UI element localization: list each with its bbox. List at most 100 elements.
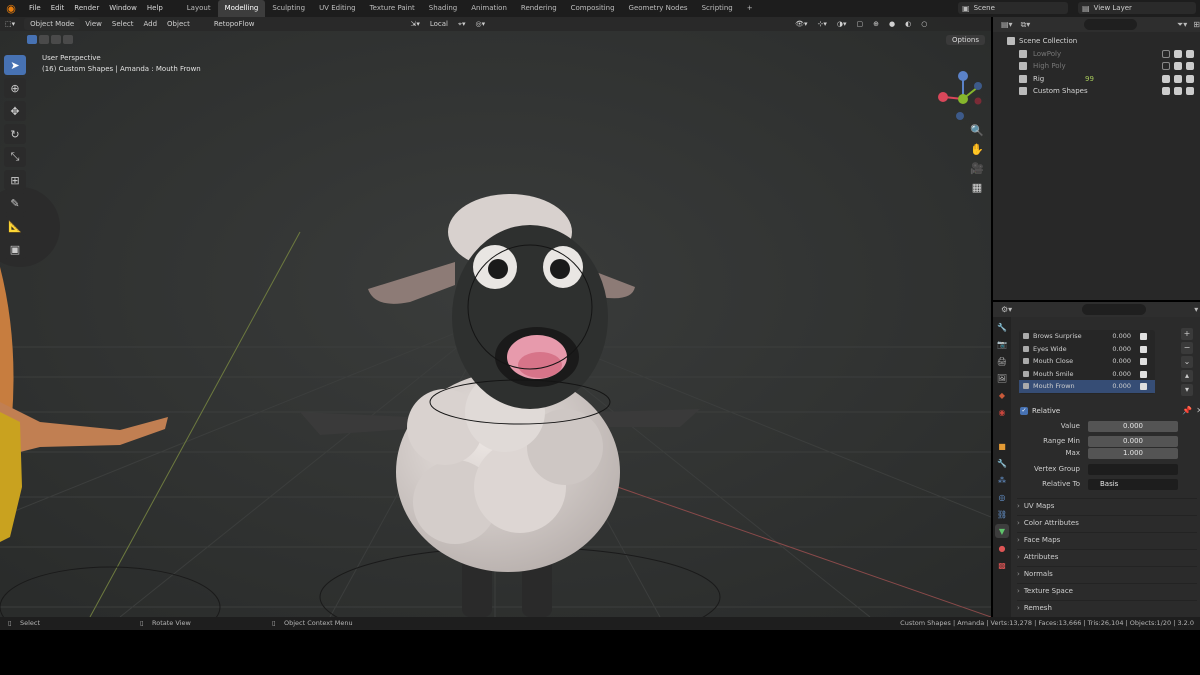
gizmo-toggle-icon[interactable]: ⊹▾ [813, 17, 832, 31]
outliner-item[interactable]: LowPoly [993, 48, 1200, 61]
data-tab-icon[interactable]: ▼ [995, 524, 1009, 538]
world-tab-icon[interactable]: ◉ [995, 405, 1009, 419]
snap-icon[interactable]: ⌖▾ [453, 17, 470, 31]
select-intersect-icon[interactable] [63, 35, 73, 44]
render-tab-icon[interactable]: 📷 [995, 337, 1009, 351]
viewport-menu-select[interactable]: Select [107, 17, 139, 31]
output-tab-icon[interactable]: 🖨 [995, 354, 1009, 368]
menu-window[interactable]: Window [104, 0, 142, 17]
menu-edit[interactable]: Edit [46, 0, 70, 17]
panel-uv-maps[interactable]: › UV Maps [1017, 498, 1197, 513]
tab-animation[interactable]: Animation [464, 0, 514, 17]
tool-tab-icon[interactable]: 🔧 [995, 320, 1009, 334]
texture-tab-icon[interactable]: ▩ [995, 558, 1009, 572]
camera-icon[interactable] [1186, 49, 1194, 58]
3d-viewport[interactable]: ⬚▾ Object Mode View Select Add Object Retopo… [0, 17, 991, 617]
panel-attributes[interactable]: › Attributes [1017, 549, 1197, 564]
rotate-tool-icon[interactable]: ↻ [4, 124, 26, 144]
shading-solid-icon[interactable]: ● [884, 17, 900, 31]
filter-icon[interactable]: ⏷▾ [1177, 20, 1187, 30]
panel-face-maps[interactable]: › Face Maps [1017, 532, 1197, 547]
add-workspace-button[interactable]: + [740, 0, 760, 17]
select-box-tool-icon[interactable]: ➤ [4, 55, 26, 75]
add-shape-key-icon[interactable]: + [1181, 328, 1193, 340]
eye-icon[interactable] [1174, 49, 1182, 58]
shape-key-mute-checkbox[interactable] [1140, 358, 1147, 365]
overlay-toggle-icon[interactable]: ◑▾ [832, 17, 852, 31]
shape-key-mute-checkbox[interactable] [1140, 345, 1147, 353]
viewport-menu-add[interactable]: Add [138, 17, 162, 31]
select-subtract-icon[interactable] [51, 35, 61, 44]
panel-remesh[interactable]: › Remesh [1017, 600, 1197, 615]
orientation-dropdown[interactable]: Local [425, 17, 453, 31]
menu-help[interactable]: Help [142, 0, 168, 17]
tab-shading[interactable]: Shading [422, 0, 464, 17]
scene-selector[interactable]: ▣ Scene [958, 2, 1068, 14]
eye-icon[interactable] [1174, 74, 1182, 83]
editor-type-icon[interactable]: ⬚▾ [0, 17, 20, 31]
tab-uv-editing[interactable]: UV Editing [312, 0, 363, 17]
move-down-icon[interactable]: ▾ [1181, 384, 1193, 396]
shape-key-value[interactable]: 0.000 [1112, 368, 1131, 381]
exclude-checkbox[interactable] [1162, 74, 1170, 83]
perspective-toggle-icon[interactable]: ▦ [968, 178, 986, 196]
select-extend-icon[interactable] [39, 35, 49, 44]
physics-tab-icon[interactable]: ◎ [995, 490, 1009, 504]
outliner-editor-icon[interactable]: ▤▾ [1001, 20, 1013, 29]
proportional-edit-icon[interactable]: ◎▾ [470, 17, 490, 31]
eye-icon[interactable] [1174, 62, 1182, 70]
zoom-icon[interactable]: 🔍 [968, 121, 986, 139]
clear-icon[interactable]: ✕ [1196, 406, 1200, 415]
shading-wireframe-icon[interactable]: ⊕ [868, 17, 884, 31]
pin-icon[interactable]: 📌 [1182, 406, 1192, 415]
shape-key-row[interactable]: Brows Surprise 0.000 [1019, 330, 1155, 343]
range-min-field[interactable]: 0.000 [1088, 436, 1178, 447]
remove-shape-key-icon[interactable]: − [1181, 342, 1193, 354]
select-new-icon[interactable] [27, 35, 37, 44]
new-collection-icon[interactable]: ⊞ [1193, 20, 1200, 29]
display-mode-icon[interactable]: ⧉▾ [1021, 20, 1031, 30]
annotate-tool-icon[interactable]: ✎ [4, 193, 26, 213]
tab-layout[interactable]: Layout [180, 0, 218, 17]
exclude-checkbox[interactable] [1162, 49, 1170, 58]
outliner-item[interactable]: Rig 99 [993, 73, 1200, 86]
max-field[interactable]: 1.000 [1088, 448, 1178, 459]
panel-normals[interactable]: › Normals [1017, 566, 1197, 581]
relative-toggle[interactable]: ✓ Relative 📌 ✕ [1020, 406, 1200, 415]
viewport-menu-view[interactable]: View [80, 17, 107, 31]
camera-icon[interactable] [1186, 74, 1194, 83]
shape-key-row[interactable]: Mouth Close 0.000 [1019, 355, 1155, 368]
tab-modelling[interactable]: Modelling [217, 0, 266, 17]
value-field[interactable]: 0.000 [1088, 421, 1178, 432]
viewport-menu-object[interactable]: Object [162, 17, 195, 31]
tab-compositing[interactable]: Compositing [564, 0, 622, 17]
navigation-gizmo[interactable] [930, 67, 990, 127]
pin-dropdown-icon[interactable]: ▾ [1194, 305, 1198, 314]
shape-key-value[interactable]: 0.000 [1112, 330, 1131, 343]
tab-scripting[interactable]: Scripting [695, 0, 740, 17]
visibility-icon[interactable]: 👁▾ [790, 17, 812, 31]
tab-rendering[interactable]: Rendering [514, 0, 564, 17]
material-tab-icon[interactable]: ● [995, 541, 1009, 555]
properties-search[interactable] [1082, 304, 1147, 315]
shape-key-row[interactable]: Eyes Wide 0.000 [1019, 343, 1155, 356]
measure-tool-icon[interactable]: 📐 [4, 216, 26, 236]
vertex-group-field[interactable] [1088, 464, 1178, 475]
relative-to-field[interactable]: Basis [1088, 479, 1178, 490]
shading-material-icon[interactable]: ◐ [900, 17, 916, 31]
outliner-search[interactable] [1084, 19, 1137, 30]
transform-tool-icon[interactable]: ⊞ [4, 170, 26, 190]
shading-rendered-icon[interactable]: ○ [916, 17, 932, 31]
cursor-tool-icon[interactable]: ⊕ [4, 78, 26, 98]
camera-view-icon[interactable]: 🎥 [968, 159, 986, 177]
outliner-item[interactable]: Scene Collection [993, 35, 1200, 48]
exclude-checkbox[interactable] [1162, 87, 1170, 95]
shape-key-row[interactable]: Mouth Smile 0.000 [1019, 368, 1155, 381]
shape-key-mute-checkbox[interactable] [1140, 333, 1147, 340]
options-dropdown[interactable]: Options [946, 35, 986, 45]
outliner-item[interactable]: High Poly [993, 60, 1200, 73]
view-layer-tab-icon[interactable]: 🖼 [995, 371, 1009, 385]
move-up-icon[interactable]: ▴ [1181, 370, 1193, 382]
relative-checkbox[interactable]: ✓ [1020, 406, 1028, 415]
outliner-item[interactable]: Custom Shapes [993, 85, 1200, 98]
